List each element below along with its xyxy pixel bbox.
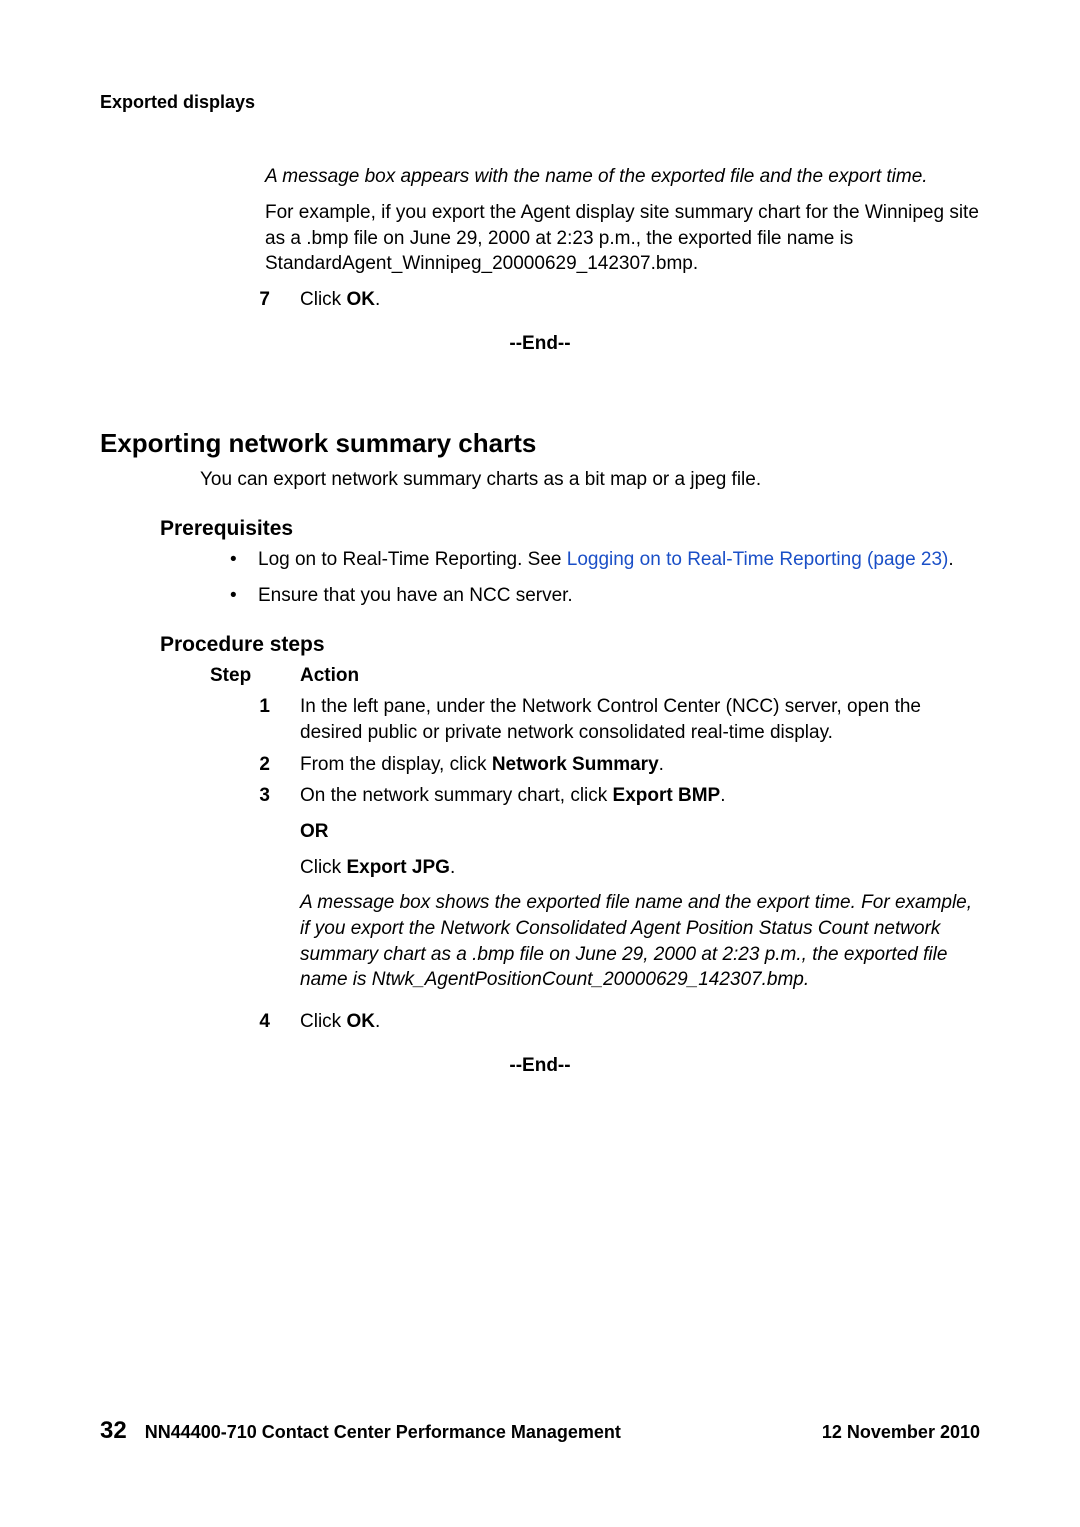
col-action: Action: [300, 663, 980, 689]
step-body: In the left pane, under the Network Cont…: [300, 694, 980, 745]
network-summary-label: Network Summary: [492, 754, 659, 775]
step-row-7: 7 Click OK.: [100, 287, 980, 313]
step-body: Click OK.: [300, 287, 980, 313]
step-number: 4: [210, 1009, 300, 1035]
step-row-4: 4 Click OK.: [100, 1009, 980, 1035]
export-jpg-label: Export JPG: [346, 857, 449, 878]
text: Click: [300, 1011, 346, 1032]
text: Click Export JPG.: [300, 855, 980, 881]
page-footer: 32 NN44400-710 Contact Center Performanc…: [100, 1415, 980, 1447]
ok-label: OK: [346, 289, 375, 310]
step-body: On the network summary chart, click Expo…: [300, 783, 980, 1002]
text: .: [375, 289, 380, 310]
text: .: [720, 785, 725, 806]
text: .: [375, 1011, 380, 1032]
list-item: Ensure that you have an NCC server.: [230, 583, 980, 609]
running-head: Exported displays: [100, 90, 980, 114]
message-note: A message box shows the exported file na…: [300, 890, 980, 993]
example-paragraph: For example, if you export the Agent dis…: [265, 200, 980, 277]
text: On the network summary chart, click Expo…: [300, 783, 980, 809]
prerequisites-heading: Prerequisites: [160, 515, 980, 543]
step-number: 3: [210, 783, 300, 1002]
link-rtr-login[interactable]: Logging on to Real-Time Reporting (page …: [567, 549, 949, 570]
end-marker: --End--: [100, 1053, 980, 1079]
text: Click: [300, 857, 346, 878]
text: On the network summary chart, click: [300, 785, 613, 806]
doc-id: NN44400-710 Contact Center Performance M…: [145, 1420, 621, 1444]
step-body: Click OK.: [300, 1009, 980, 1035]
text: Click: [300, 289, 346, 310]
list-item: Log on to Real-Time Reporting. See Loggi…: [230, 547, 980, 573]
text: .: [450, 857, 455, 878]
text: .: [659, 754, 664, 775]
export-bmp-label: Export BMP: [613, 785, 721, 806]
text: Log on to Real-Time Reporting. See: [258, 549, 567, 570]
step-row-2: 2 From the display, click Network Summar…: [100, 752, 980, 778]
step-number: 7: [210, 287, 300, 313]
procedure-heading: Procedure steps: [160, 631, 980, 659]
section-intro: You can export network summary charts as…: [200, 467, 980, 493]
section-title: Exporting network summary charts: [100, 426, 980, 461]
message-note: A message box appears with the name of t…: [265, 164, 980, 190]
step-header: Step Action: [210, 663, 980, 689]
page: Exported displays A message box appears …: [0, 0, 1080, 1527]
doc-date: 12 November 2010: [822, 1420, 980, 1444]
or-label: OR: [300, 819, 980, 845]
step-body: From the display, click Network Summary.: [300, 752, 980, 778]
page-number: 32: [100, 1415, 127, 1447]
prerequisites-list: Log on to Real-Time Reporting. See Loggi…: [230, 547, 980, 608]
continuation-block: A message box appears with the name of t…: [265, 164, 980, 277]
text: From the display, click: [300, 754, 492, 775]
text: .: [948, 549, 953, 570]
step-number: 1: [210, 694, 300, 745]
col-step: Step: [210, 663, 300, 689]
ok-label: OK: [346, 1011, 375, 1032]
end-marker: --End--: [100, 331, 980, 357]
step-row-1: 1 In the left pane, under the Network Co…: [100, 694, 980, 745]
step-row-3: 3 On the network summary chart, click Ex…: [100, 783, 980, 1002]
step-number: 2: [210, 752, 300, 778]
